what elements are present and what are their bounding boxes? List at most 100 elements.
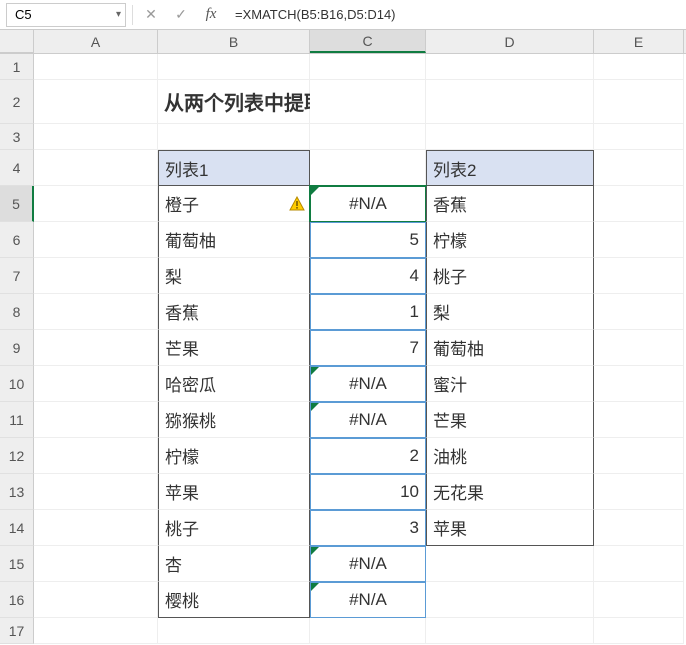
col-header-B[interactable]: B xyxy=(158,30,310,53)
col-header-A[interactable]: A xyxy=(34,30,158,53)
row-header[interactable]: 11 xyxy=(0,402,34,438)
list2-item[interactable]: 香蕉 xyxy=(426,186,594,222)
row-header[interactable]: 17 xyxy=(0,618,34,644)
cell[interactable] xyxy=(310,54,426,80)
formula-input[interactable] xyxy=(229,3,680,27)
active-cell[interactable]: #N/A xyxy=(310,186,426,222)
chevron-down-icon[interactable]: ▾ xyxy=(116,9,121,20)
row-header[interactable]: 15 xyxy=(0,546,34,582)
cell[interactable] xyxy=(34,582,158,618)
col-header-E[interactable]: E xyxy=(594,30,684,53)
cell[interactable] xyxy=(594,474,684,510)
cell[interactable] xyxy=(310,80,426,124)
list2-item[interactable]: 苹果 xyxy=(426,510,594,546)
cell[interactable] xyxy=(594,582,684,618)
cell[interactable] xyxy=(594,150,684,186)
cell[interactable] xyxy=(594,54,684,80)
enter-icon[interactable]: ✓ xyxy=(169,3,193,27)
cell[interactable] xyxy=(594,618,684,644)
cancel-icon[interactable]: ✕ xyxy=(139,3,163,27)
spill-cell[interactable]: #N/A xyxy=(310,582,426,618)
cell[interactable] xyxy=(34,80,158,124)
row-header[interactable]: 12 xyxy=(0,438,34,474)
cell[interactable] xyxy=(158,618,310,644)
list1-item[interactable]: 苹果 xyxy=(158,474,310,510)
list1-item[interactable]: 樱桃 xyxy=(158,582,310,618)
list2-header[interactable]: 列表2 xyxy=(426,150,594,186)
row-header[interactable]: 9 xyxy=(0,330,34,366)
list1-item[interactable]: 杏 xyxy=(158,546,310,582)
cell[interactable] xyxy=(34,186,158,222)
list1-item[interactable]: 香蕉 xyxy=(158,294,310,330)
warning-icon[interactable] xyxy=(289,196,305,212)
list1-item[interactable]: 梨 xyxy=(158,258,310,294)
cell[interactable] xyxy=(594,510,684,546)
list2-item[interactable]: 油桃 xyxy=(426,438,594,474)
cell[interactable] xyxy=(426,80,594,124)
list1-item[interactable]: 芒果 xyxy=(158,330,310,366)
cell[interactable] xyxy=(34,402,158,438)
cell[interactable] xyxy=(34,294,158,330)
cell[interactable] xyxy=(594,546,684,582)
list2-item[interactable]: 葡萄柚 xyxy=(426,330,594,366)
cell[interactable] xyxy=(158,54,310,80)
list2-item[interactable]: 梨 xyxy=(426,294,594,330)
spill-cell[interactable]: 3 xyxy=(310,510,426,546)
cell[interactable] xyxy=(34,124,158,150)
cell[interactable] xyxy=(594,438,684,474)
cell[interactable] xyxy=(594,186,684,222)
row-header[interactable]: 4 xyxy=(0,150,34,186)
row-header[interactable]: 13 xyxy=(0,474,34,510)
spill-cell[interactable]: 4 xyxy=(310,258,426,294)
list2-item[interactable]: 桃子 xyxy=(426,258,594,294)
cell[interactable] xyxy=(594,222,684,258)
spill-cell[interactable]: #N/A xyxy=(310,402,426,438)
cell[interactable] xyxy=(34,222,158,258)
name-box[interactable]: C5 ▾ xyxy=(6,3,126,27)
cell[interactable] xyxy=(34,618,158,644)
cell[interactable] xyxy=(310,124,426,150)
cell[interactable] xyxy=(310,618,426,644)
list1-header[interactable]: 列表1 xyxy=(158,150,310,186)
row-header[interactable]: 8 xyxy=(0,294,34,330)
cell[interactable] xyxy=(594,124,684,150)
list1-item[interactable]: 桃子 xyxy=(158,510,310,546)
row-header[interactable]: 2 xyxy=(0,80,34,124)
spill-cell[interactable]: #N/A xyxy=(310,546,426,582)
cell[interactable] xyxy=(34,474,158,510)
cell[interactable] xyxy=(594,330,684,366)
cell[interactable] xyxy=(594,366,684,402)
list1-item[interactable]: 哈密瓜 xyxy=(158,366,310,402)
col-header-D[interactable]: D xyxy=(426,30,594,53)
row-header[interactable]: 7 xyxy=(0,258,34,294)
row-header[interactable]: 16 xyxy=(0,582,34,618)
list2-item[interactable]: 蜜汁 xyxy=(426,366,594,402)
cell[interactable] xyxy=(426,618,594,644)
row-header[interactable]: 14 xyxy=(0,510,34,546)
spill-cell[interactable]: 1 xyxy=(310,294,426,330)
cell[interactable] xyxy=(158,124,310,150)
spill-cell[interactable]: 5 xyxy=(310,222,426,258)
spreadsheet-grid[interactable]: A B C D E 1 2 从两个列表中提取相同值 3 4 列表1 列表2 xyxy=(0,30,686,644)
title-cell[interactable]: 从两个列表中提取相同值 xyxy=(158,80,310,124)
row-header[interactable]: 10 xyxy=(0,366,34,402)
select-all-corner[interactable] xyxy=(0,30,34,53)
row-header[interactable]: 3 xyxy=(0,124,34,150)
row-header[interactable]: 5 xyxy=(0,186,34,222)
cell[interactable] xyxy=(310,150,426,186)
list1-item[interactable]: 橙子 xyxy=(158,186,310,222)
cell[interactable] xyxy=(426,124,594,150)
spill-cell[interactable]: 2 xyxy=(310,438,426,474)
cell[interactable] xyxy=(426,54,594,80)
spill-cell[interactable]: #N/A xyxy=(310,366,426,402)
list1-item[interactable]: 猕猴桃 xyxy=(158,402,310,438)
list2-item[interactable]: 无花果 xyxy=(426,474,594,510)
list1-item[interactable]: 葡萄柚 xyxy=(158,222,310,258)
cell[interactable] xyxy=(34,438,158,474)
cell[interactable] xyxy=(34,258,158,294)
cell[interactable] xyxy=(594,294,684,330)
cell[interactable] xyxy=(34,546,158,582)
col-header-C[interactable]: C xyxy=(310,30,426,53)
cell[interactable] xyxy=(594,80,684,124)
cell[interactable] xyxy=(34,150,158,186)
